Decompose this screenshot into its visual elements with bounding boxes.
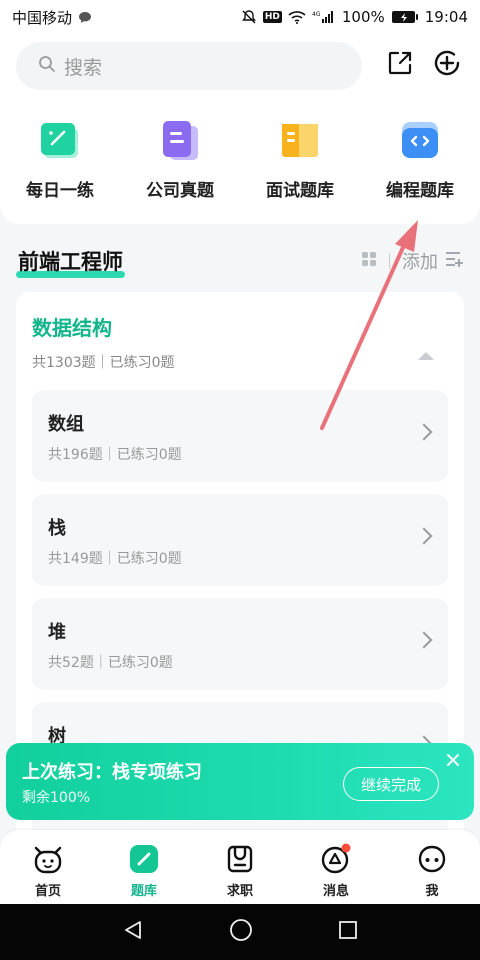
quick-entry-label: 公司真题 bbox=[146, 181, 214, 201]
chat-bubble-icon bbox=[78, 11, 92, 24]
tab-label: 题库 bbox=[130, 884, 157, 899]
grid-view-icon[interactable] bbox=[361, 251, 377, 272]
tab-messages[interactable]: 消息 bbox=[288, 830, 384, 904]
status-bar: 中国移动 HD 4G 100% 19:04 bbox=[0, 0, 480, 34]
recents-square-icon[interactable] bbox=[338, 920, 358, 944]
list-item-stats: 共196题｜已练习0题 bbox=[48, 447, 182, 463]
chevron-right-icon bbox=[415, 527, 433, 545]
header-card: 搜索 每日一练 公司真题 面试题库 编程题库 bbox=[0, 34, 480, 224]
quick-entry-row: 每日一练 公司真题 面试题库 编程题库 bbox=[0, 118, 480, 201]
tab-home[interactable]: 首页 bbox=[0, 830, 96, 904]
tab-label: 首页 bbox=[34, 884, 61, 899]
plus-circle-icon bbox=[432, 48, 462, 82]
briefcase-icon bbox=[223, 842, 257, 876]
list-item-stack[interactable]: 栈 共149题｜已练习0题 bbox=[32, 494, 448, 586]
hd-icon: HD bbox=[262, 11, 282, 23]
system-nav-bar bbox=[0, 904, 480, 960]
close-icon[interactable] bbox=[444, 751, 462, 769]
quick-entry-company[interactable]: 公司真题 bbox=[120, 118, 240, 201]
svg-text:4G: 4G bbox=[312, 11, 321, 18]
section-tools: 添加 bbox=[361, 248, 464, 274]
quick-entry-coding[interactable]: 编程题库 bbox=[360, 118, 480, 201]
search-placeholder: 搜索 bbox=[64, 56, 103, 79]
search-icon bbox=[38, 55, 56, 78]
message-icon bbox=[319, 842, 353, 876]
collapse-triangle-icon[interactable] bbox=[418, 352, 434, 360]
clock: 19:04 bbox=[424, 8, 468, 26]
quick-entry-label: 面试题库 bbox=[266, 181, 334, 201]
category-title: 数据结构 bbox=[32, 316, 112, 340]
list-item-heap[interactable]: 堆 共52题｜已练习0题 bbox=[32, 598, 448, 690]
company-questions-icon bbox=[158, 118, 202, 162]
bottom-tab-bar: 首页 题库 求职 消息 我 bbox=[0, 830, 480, 904]
wifi-icon bbox=[288, 10, 306, 24]
back-icon[interactable] bbox=[122, 919, 144, 945]
mute-icon bbox=[241, 9, 257, 25]
quick-entry-label: 每日一练 bbox=[26, 181, 94, 201]
daily-practice-icon bbox=[38, 118, 82, 162]
question-bank-icon bbox=[127, 842, 161, 876]
share-icon bbox=[386, 49, 414, 81]
search-input[interactable]: 搜索 bbox=[16, 42, 362, 90]
list-item-name: 栈 bbox=[48, 518, 66, 539]
interview-book-icon bbox=[278, 118, 322, 162]
quick-entry-label: 编程题库 bbox=[386, 181, 454, 201]
tab-label: 消息 bbox=[322, 884, 349, 899]
list-item-stats: 共52题｜已练习0题 bbox=[48, 655, 173, 671]
section-title[interactable]: 前端工程师 bbox=[16, 246, 125, 278]
code-icon bbox=[398, 118, 442, 162]
tab-label: 求职 bbox=[226, 884, 253, 899]
banner-subtitle: 剩余100% bbox=[22, 790, 91, 806]
quick-entry-daily[interactable]: 每日一练 bbox=[0, 118, 120, 201]
carrier-name: 中国移动 bbox=[12, 8, 73, 27]
list-item-name: 数组 bbox=[48, 414, 84, 435]
share-button[interactable] bbox=[385, 50, 415, 80]
home-mascot-icon bbox=[31, 842, 65, 876]
banner-title: 上次练习：栈专项练习 bbox=[22, 762, 202, 783]
chevron-right-icon bbox=[415, 423, 433, 441]
list-item-array[interactable]: 数组 共196题｜已练习0题 bbox=[32, 390, 448, 482]
tab-jobs[interactable]: 求职 bbox=[192, 830, 288, 904]
continue-practice-banner[interactable]: 上次练习：栈专项练习 剩余100% 继续完成 bbox=[6, 743, 474, 820]
quick-entry-interview[interactable]: 面试题库 bbox=[240, 118, 360, 201]
add-category-button[interactable]: 添加 bbox=[402, 248, 438, 274]
battery-charging-icon bbox=[391, 10, 419, 24]
add-button[interactable] bbox=[432, 50, 462, 80]
home-circle-icon[interactable] bbox=[229, 918, 253, 946]
tab-label: 我 bbox=[425, 884, 439, 899]
chevron-right-icon bbox=[415, 631, 433, 649]
list-item-stats: 共149题｜已练习0题 bbox=[48, 551, 182, 567]
battery-percent: 100% bbox=[341, 8, 385, 26]
tab-question-bank[interactable]: 题库 bbox=[96, 830, 192, 904]
signal-icon: 4G bbox=[312, 10, 336, 24]
profile-mascot-icon bbox=[415, 842, 449, 876]
tab-me[interactable]: 我 bbox=[384, 830, 480, 904]
list-item-name: 堆 bbox=[48, 622, 66, 643]
category-stats: 共1303题｜已练习0题 bbox=[32, 355, 175, 371]
add-list-icon[interactable] bbox=[444, 250, 464, 273]
continue-button[interactable]: 继续完成 bbox=[343, 767, 439, 801]
divider bbox=[389, 253, 390, 269]
